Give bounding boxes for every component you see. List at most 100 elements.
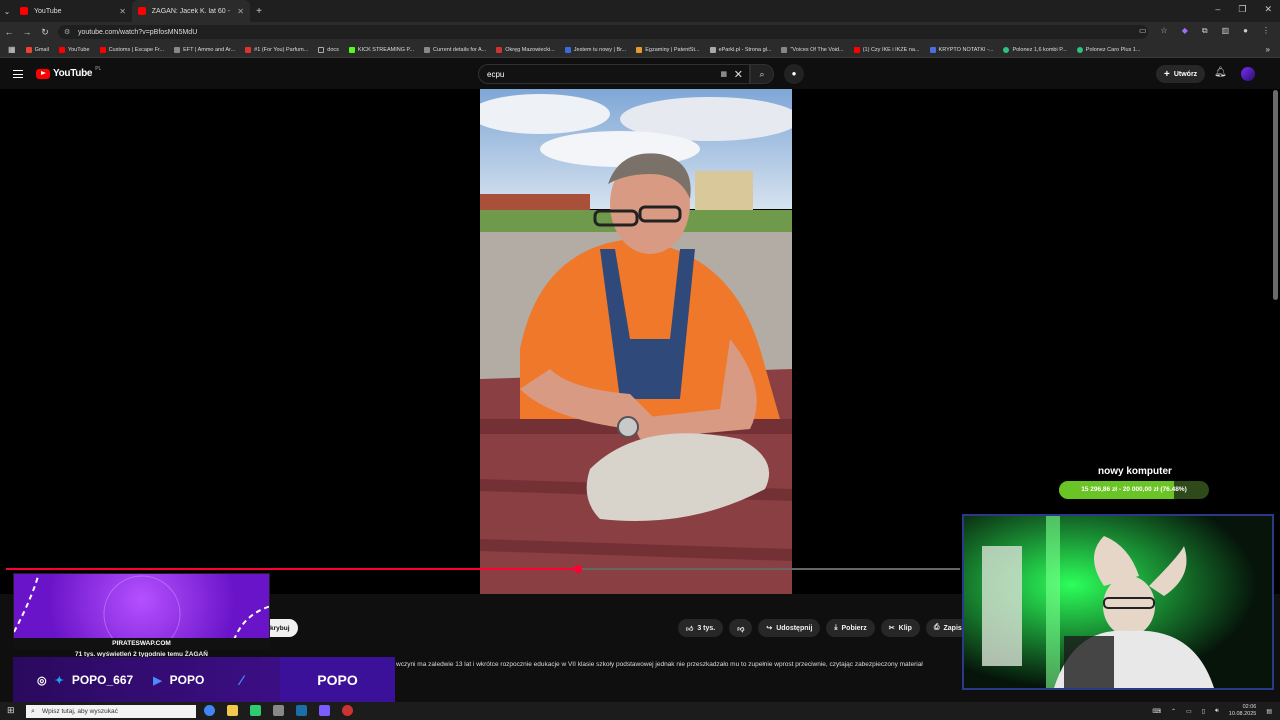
taskbar-search-input[interactable]: ⌕ Wpisz tutaj, aby wyszukać bbox=[26, 705, 196, 718]
keyboard-icon[interactable]: ⌨ bbox=[1152, 708, 1161, 715]
page-scrollbar[interactable] bbox=[1273, 90, 1278, 300]
bookmark-item[interactable]: Jestem tu nowy | Br... bbox=[564, 46, 626, 53]
bookmark-item[interactable]: Okręg Mazowiecki... bbox=[496, 46, 555, 53]
instagram-icon: ◎ bbox=[37, 674, 47, 687]
tab-label: ŻAGAŃ: Jacek K. lat 60 - YouTube bbox=[151, 7, 232, 15]
app-icon[interactable] bbox=[273, 705, 284, 716]
tab-label: YouTube bbox=[34, 7, 62, 15]
search-button[interactable]: ⌕ bbox=[750, 64, 774, 84]
close-tab-icon[interactable]: ✕ bbox=[119, 7, 126, 16]
minimize-icon[interactable]: – bbox=[1215, 4, 1220, 15]
goal-title: nowy komputer bbox=[1098, 466, 1172, 477]
site-info-icon[interactable]: ⚙ bbox=[64, 28, 70, 36]
bookmark-item[interactable]: eParkl.pl - Strona gł... bbox=[709, 46, 771, 53]
notifications-icon[interactable]: ▤ bbox=[1266, 708, 1272, 715]
extension-icon[interactable]: ◆ bbox=[1182, 26, 1188, 36]
subscribe-label: krybuj bbox=[270, 624, 290, 632]
bookmark-item[interactable]: #1 (For You) Parfum... bbox=[245, 46, 308, 53]
keyboard-icon[interactable]: ▦ bbox=[720, 70, 727, 78]
thumbs-down-icon: 👎︎ bbox=[737, 625, 745, 633]
clip-button[interactable]: ✂ Klip bbox=[880, 619, 920, 637]
page-icon bbox=[781, 46, 788, 53]
bookmark-item[interactable]: "Voices Of The Void... bbox=[781, 46, 844, 53]
create-button[interactable]: + Utwórz bbox=[1156, 65, 1206, 83]
menu-icon[interactable]: ⋮ bbox=[1262, 26, 1270, 36]
more-bookmarks-icon[interactable]: » bbox=[1266, 45, 1280, 54]
back-icon[interactable]: ← bbox=[0, 27, 18, 37]
url-field[interactable]: ⚙ youtube.com/watch?v=pBfosMN5MdU bbox=[58, 25, 1148, 39]
bookmark-item[interactable]: KRYPTO NOTATKI -... bbox=[929, 46, 993, 53]
clear-search-icon[interactable]: ✕ bbox=[734, 68, 743, 81]
cast-icon[interactable]: ▭ bbox=[1139, 26, 1147, 36]
video-frame[interactable] bbox=[480, 89, 792, 594]
bookmark-item[interactable]: EFT | Ammo and Ar... bbox=[174, 46, 235, 53]
notifications-bell-icon[interactable]: 🔔︎ bbox=[1214, 67, 1227, 78]
discord-icon[interactable] bbox=[319, 705, 330, 716]
profile-icon[interactable]: ● bbox=[1243, 26, 1248, 36]
apps-icon[interactable]: ▦ bbox=[8, 45, 16, 54]
clip-label: Klip bbox=[898, 624, 912, 632]
bookmark-item[interactable]: Egzaminy | PatentSt... bbox=[636, 46, 700, 53]
window-controls: – ❐ ✕ bbox=[1215, 4, 1272, 15]
like-count: 3 tys. bbox=[697, 624, 716, 632]
dislike-button[interactable]: 👎︎ bbox=[729, 619, 753, 637]
bookmark-item[interactable]: YouTube bbox=[58, 46, 90, 53]
webcam-overlay bbox=[962, 514, 1274, 690]
bookmark-item[interactable]: Customs | Escape Fr... bbox=[99, 46, 164, 53]
battery-icon[interactable]: ▯ bbox=[1202, 708, 1205, 715]
bookmark-icon: ⎙ bbox=[933, 624, 940, 631]
promo-decoration bbox=[14, 574, 269, 638]
kick-icon: ⁄ bbox=[240, 672, 243, 688]
like-button[interactable]: 👍︎ 3 tys. bbox=[678, 619, 724, 637]
forward-icon[interactable]: → bbox=[18, 27, 36, 37]
webcam-feed-image bbox=[964, 516, 1272, 688]
bookmark-item[interactable]: docs bbox=[318, 46, 339, 53]
windows-start-icon[interactable]: ⊞ bbox=[7, 705, 15, 716]
steam-icon[interactable] bbox=[296, 705, 307, 716]
browser-toolbar-icons: ▭ ☆ ◆ ⧉ ▥ ● ⋮ bbox=[1139, 26, 1270, 36]
bookmark-item[interactable]: Polonez 1,6 kombi P... bbox=[1003, 46, 1067, 53]
share-button[interactable]: ↪ Udostępnij bbox=[758, 619, 821, 637]
network-icon[interactable]: ▭ bbox=[1186, 708, 1192, 715]
tab-active-video[interactable]: ŻAGAŃ: Jacek K. lat 60 - YouTube ✕ bbox=[132, 0, 250, 22]
puzzle-icon[interactable]: ⧉ bbox=[1202, 26, 1208, 36]
avatar[interactable] bbox=[1241, 67, 1255, 81]
file-explorer-icon[interactable] bbox=[227, 705, 238, 716]
voice-search-button[interactable]: ● bbox=[784, 64, 804, 84]
gmail-icon bbox=[25, 46, 32, 53]
bookmark-item[interactable]: Gmail bbox=[25, 46, 49, 53]
chevron-up-icon[interactable]: ⌃ bbox=[1171, 708, 1176, 715]
tab-youtube[interactable]: YouTube ✕ bbox=[14, 0, 132, 22]
page-icon bbox=[245, 46, 252, 53]
youtube-header: YouTube PL ecpu ▦ ✕ ⌕ ● + Utwórz 🔔︎ bbox=[0, 58, 1280, 90]
bookmark-item[interactable]: KICK STREAMING P... bbox=[348, 46, 414, 53]
address-bar-row: ← → ↻ ⚙ youtube.com/watch?v=pBfosMN5MdU … bbox=[0, 22, 1280, 42]
video-description[interactable]: wczyni ma zaledwie 13 lat i wkrótce rozp… bbox=[396, 661, 962, 668]
new-tab-icon[interactable]: + bbox=[250, 6, 268, 17]
chrome-icon[interactable] bbox=[204, 705, 215, 716]
youtube-logo[interactable]: YouTube PL bbox=[36, 66, 101, 79]
bookmark-item[interactable]: Polonez Caro Plus 1... bbox=[1076, 46, 1141, 53]
close-window-icon[interactable]: ✕ bbox=[1264, 4, 1272, 15]
menu-hamburger-icon[interactable] bbox=[13, 70, 23, 78]
sidebar-icon[interactable]: ▥ bbox=[1222, 26, 1230, 36]
goal-amount: 15 296,86 zł - 20 000,00 zł (76.48%) bbox=[1081, 486, 1187, 493]
download-button[interactable]: ⤓ Pobierz bbox=[826, 619, 875, 637]
excel-icon[interactable] bbox=[250, 705, 261, 716]
progress-scrubber[interactable] bbox=[574, 565, 582, 573]
close-tab-icon[interactable]: ✕ bbox=[237, 7, 244, 16]
maximize-icon[interactable]: ❐ bbox=[1238, 4, 1246, 15]
volume-icon[interactable]: 🔊︎ bbox=[1215, 708, 1219, 715]
bookmark-item[interactable]: (1) Czy IKE i IKZE na... bbox=[853, 46, 920, 53]
star-icon[interactable]: ☆ bbox=[1161, 26, 1168, 36]
search-icon: ⌕ bbox=[759, 69, 765, 79]
obs-icon[interactable] bbox=[342, 705, 353, 716]
reload-icon[interactable]: ↻ bbox=[36, 27, 54, 38]
bookmark-item[interactable]: Current details for A... bbox=[424, 46, 486, 53]
tab-search-icon[interactable]: ⌄ bbox=[0, 7, 14, 16]
goal-progress-bar: 15 296,86 zł - 20 000,00 zł (76.48%) bbox=[1059, 481, 1209, 499]
clock[interactable]: 02:06 10.08.2025 bbox=[1229, 704, 1257, 718]
search-icon: ⌕ bbox=[31, 707, 35, 715]
search-input[interactable]: ecpu ▦ ✕ bbox=[478, 64, 750, 84]
search-value: ecpu bbox=[487, 69, 505, 79]
